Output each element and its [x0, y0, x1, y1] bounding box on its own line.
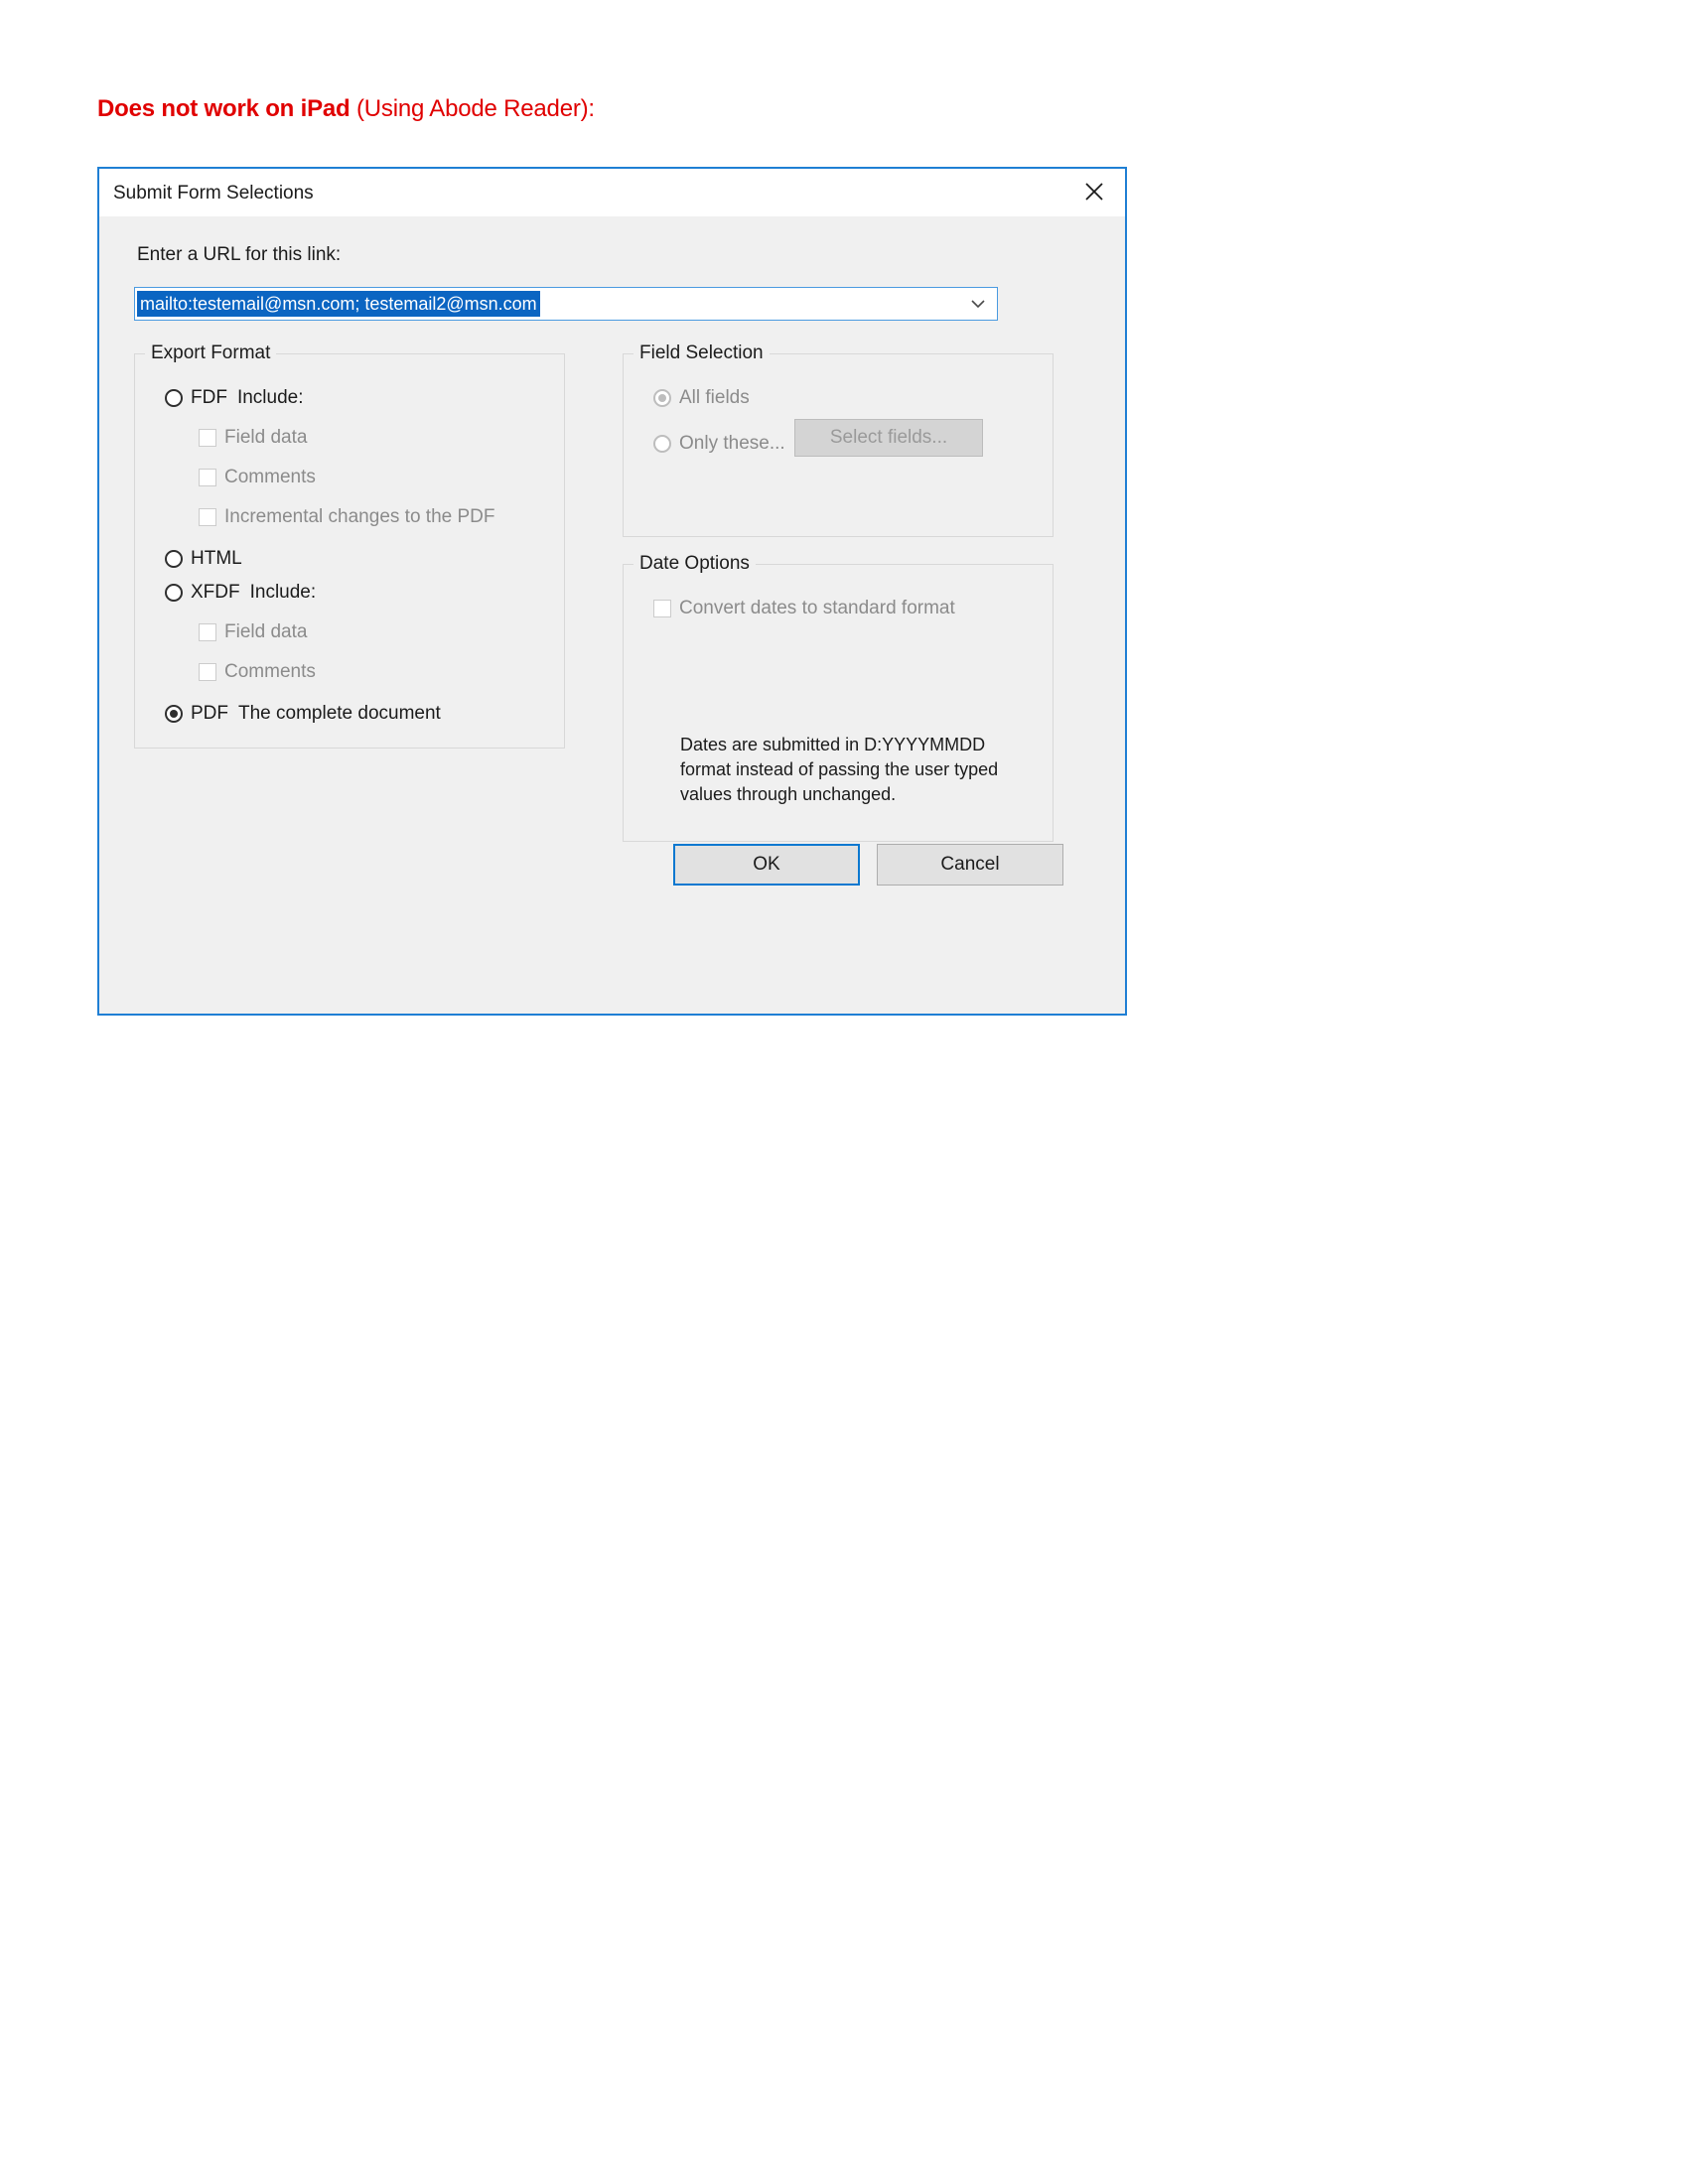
checkbox-icon-xfdf-field-data[interactable]	[199, 623, 216, 641]
checkbox-fdf-comments[interactable]: Comments	[199, 467, 316, 488]
radio-export-html[interactable]: HTML	[165, 548, 242, 570]
date-options-note: Dates are submitted in D:YYYYMMDD format…	[680, 735, 999, 804]
checkbox-label-convert-dates: Convert dates to standard format	[679, 598, 955, 618]
dialog-title: Submit Form Selections	[113, 183, 314, 204]
checkbox-label-fdf-comments: Comments	[224, 467, 316, 487]
radio-label-fdf: FDF Include:	[191, 387, 303, 409]
radio-label-fdf-suffix: Include:	[236, 387, 304, 408]
checkbox-label-fdf-incremental-changes: Incremental changes to the PDF	[224, 506, 495, 527]
checkbox-label-xfdf-comments: Comments	[224, 661, 316, 682]
checkbox-label-fdf-field-data: Field data	[224, 427, 308, 448]
page-title-bold: Does not work on iPad	[97, 95, 351, 122]
checkbox-icon-fdf-incremental-changes[interactable]	[199, 508, 216, 526]
radio-only-these[interactable]: Only these...	[653, 433, 785, 455]
radio-export-fdf[interactable]: FDF Include:	[165, 387, 303, 409]
radio-export-xfdf[interactable]: XFDF Include:	[165, 582, 316, 604]
page-title: Does not work on iPad (Using Abode Reade…	[97, 95, 595, 123]
radio-icon-fdf[interactable]	[165, 389, 183, 407]
dialog-body: Enter a URL for this link: mailto:testem…	[99, 216, 1125, 1014]
checkbox-xfdf-comments[interactable]: Comments	[199, 661, 316, 683]
checkbox-convert-dates[interactable]: Convert dates to standard format	[653, 598, 955, 619]
checkbox-xfdf-field-data[interactable]: Field data	[199, 621, 307, 643]
radio-icon-xfdf[interactable]	[165, 584, 183, 602]
radio-label-pdf-suffix: The complete document	[238, 703, 441, 724]
select-fields-button[interactable]: Select fields...	[794, 419, 983, 457]
checkbox-fdf-field-data[interactable]: Field data	[199, 427, 307, 449]
radio-icon-all-fields[interactable]	[653, 389, 671, 407]
radio-label-xfdf-suffix: Include:	[249, 582, 317, 603]
radio-label-fdf-name: FDF	[191, 387, 227, 408]
radio-icon-only-these[interactable]	[653, 435, 671, 453]
dialog-titlebar: Submit Form Selections	[99, 169, 1125, 216]
radio-label-xfdf: XFDF Include:	[191, 582, 316, 604]
radio-icon-pdf[interactable]	[165, 705, 183, 723]
radio-label-pdf-name: PDF	[191, 703, 228, 724]
checkbox-icon-fdf-field-data[interactable]	[199, 429, 216, 447]
submit-form-selections-dialog: Submit Form Selections Enter a URL for t…	[97, 167, 1127, 1016]
radio-label-only-these: Only these...	[679, 433, 785, 454]
radio-label-all-fields: All fields	[679, 387, 750, 408]
url-input-value[interactable]: mailto:testemail@msn.com; testemail2@msn…	[137, 291, 540, 317]
checkbox-label-xfdf-field-data: Field data	[224, 621, 308, 642]
checkbox-icon-convert-dates[interactable]	[653, 600, 671, 617]
checkbox-icon-fdf-comments[interactable]	[199, 469, 216, 486]
radio-label-xfdf-name: XFDF	[191, 582, 240, 603]
page-title-rest: (Using Abode Reader):	[350, 95, 595, 122]
date-options-legend: Date Options	[633, 553, 756, 575]
radio-export-pdf[interactable]: PDF The complete document	[165, 703, 441, 725]
radio-label-html: HTML	[191, 548, 242, 569]
chevron-down-icon[interactable]	[961, 288, 995, 320]
cancel-button[interactable]: Cancel	[877, 844, 1063, 886]
url-label: Enter a URL for this link:	[137, 244, 342, 265]
url-input[interactable]: mailto:testemail@msn.com; testemail2@msn…	[134, 287, 998, 321]
radio-icon-html[interactable]	[165, 550, 183, 568]
export-format-legend: Export Format	[145, 342, 277, 364]
radio-all-fields[interactable]: All fields	[653, 387, 750, 409]
checkbox-fdf-incremental-changes[interactable]: Incremental changes to the PDF	[199, 506, 494, 528]
radio-label-pdf: PDF The complete document	[191, 703, 441, 725]
field-selection-legend: Field Selection	[633, 342, 770, 364]
close-icon[interactable]	[1063, 169, 1125, 214]
ok-button[interactable]: OK	[673, 844, 860, 886]
checkbox-icon-xfdf-comments[interactable]	[199, 663, 216, 681]
